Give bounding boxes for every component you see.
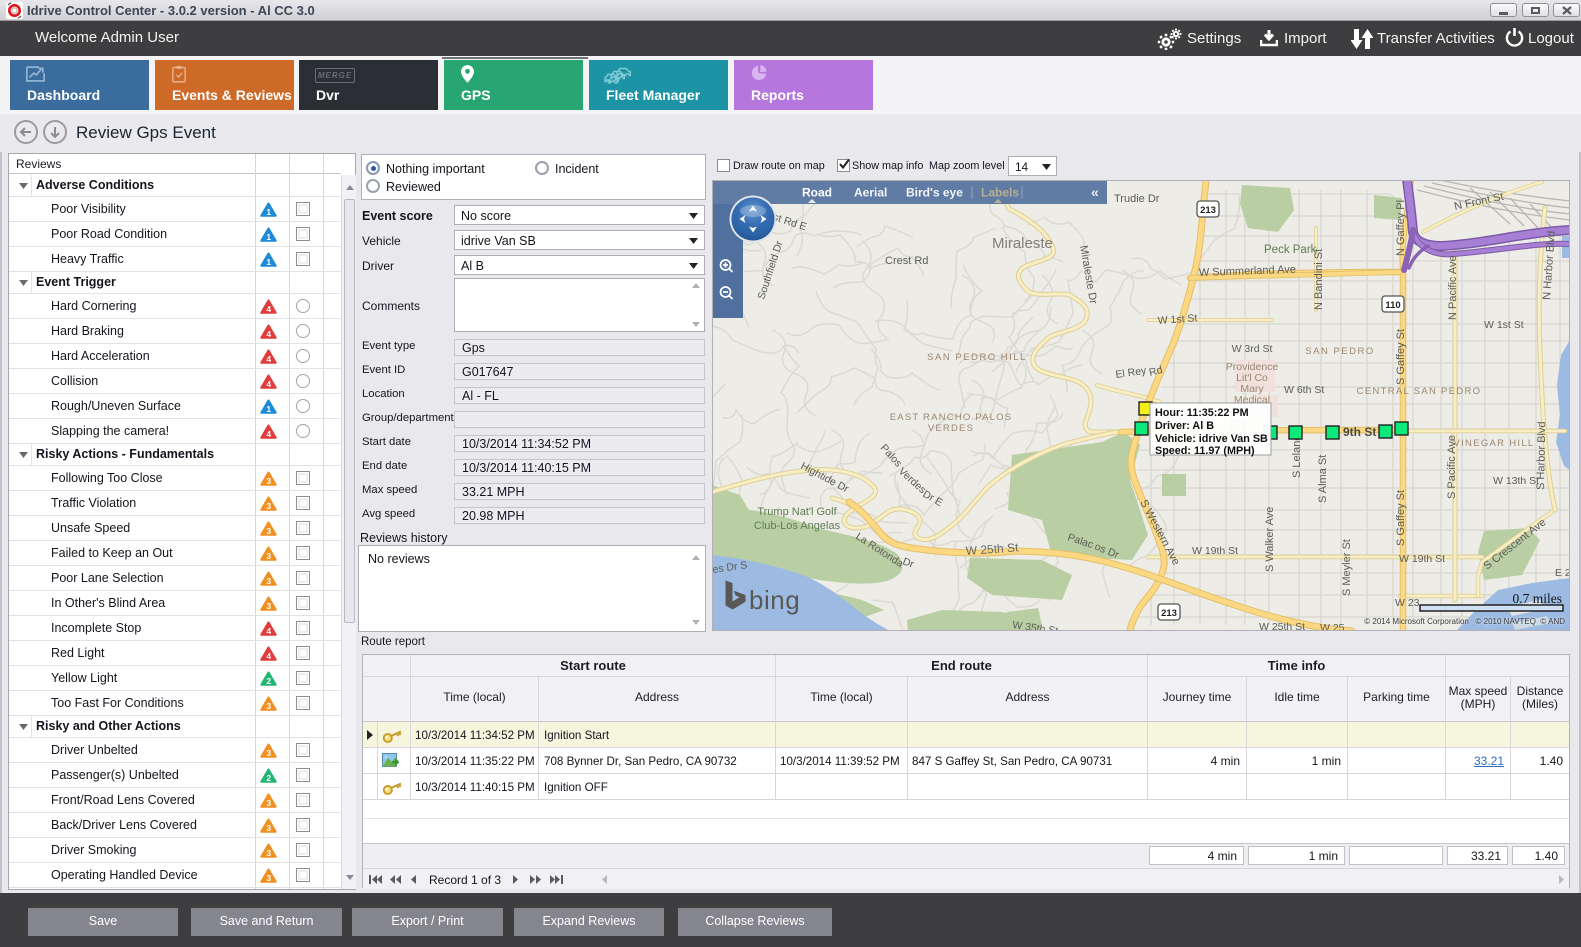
svg-text:S Pacific Ave: S Pacific Ave xyxy=(1446,435,1458,499)
svg-text:SAN PEDRO: SAN PEDRO xyxy=(1305,346,1374,357)
svg-text:Road: Road xyxy=(802,186,832,200)
svg-text:3: 3 xyxy=(266,601,271,611)
svg-text:2: 2 xyxy=(266,676,271,686)
svg-text:1: 1 xyxy=(266,207,271,217)
svg-text:Hour: 11:35:22 PM: Hour: 11:35:22 PM xyxy=(1155,407,1249,419)
svg-text:W 23: W 23 xyxy=(1395,597,1420,609)
svg-text:W 19th St: W 19th St xyxy=(1399,553,1445,565)
svg-text:Labels: Labels xyxy=(981,186,1019,200)
svg-text:0.7 miles: 0.7 miles xyxy=(1513,591,1563,606)
svg-text:4: 4 xyxy=(266,379,271,389)
svg-text:3: 3 xyxy=(266,526,271,536)
svg-text:Peck Park: Peck Park xyxy=(1264,244,1317,256)
svg-text:S Harbor Blvd: S Harbor Blvd xyxy=(1535,421,1548,490)
svg-text:4: 4 xyxy=(266,651,271,661)
svg-text:S Walker Ave: S Walker Ave xyxy=(1264,507,1276,572)
svg-text:S Meyler St: S Meyler St xyxy=(1341,539,1353,596)
svg-text:3: 3 xyxy=(266,701,271,711)
svg-text:W 3rd St: W 3rd St xyxy=(1232,343,1273,355)
svg-text:213: 213 xyxy=(1161,608,1177,619)
svg-text:W 1st St: W 1st St xyxy=(1484,319,1524,331)
svg-text:N Bandini St: N Bandini St xyxy=(1313,249,1325,310)
svg-text:S Gaffey St: S Gaffey St xyxy=(1395,329,1407,385)
svg-text:SAN PEDRO HILL: SAN PEDRO HILL xyxy=(927,352,1027,363)
svg-text:2: 2 xyxy=(266,773,271,783)
svg-text:Crest Rd: Crest Rd xyxy=(885,255,928,267)
svg-text:W 13th St: W 13th St xyxy=(1493,475,1539,487)
svg-text:3: 3 xyxy=(266,873,271,883)
svg-text:S Gaffey St: S Gaffey St xyxy=(1395,490,1407,546)
svg-text:bing: bing xyxy=(749,585,800,615)
svg-text:9th St: 9th St xyxy=(1343,425,1376,439)
svg-text:4: 4 xyxy=(266,304,271,314)
svg-text:W 6th St: W 6th St xyxy=(1284,384,1324,396)
svg-text:«: « xyxy=(1091,184,1099,200)
svg-text:4: 4 xyxy=(266,354,271,364)
svg-text:4: 4 xyxy=(266,626,271,636)
svg-text:1: 1 xyxy=(266,232,271,242)
svg-text:Bird's eye: Bird's eye xyxy=(906,186,963,200)
svg-text:110: 110 xyxy=(1385,300,1400,311)
svg-text:3: 3 xyxy=(266,476,271,486)
svg-text:S Alma St: S Alma St xyxy=(1317,455,1329,503)
svg-text:3: 3 xyxy=(266,501,271,511)
svg-text:Club-Los Angelas: Club-Los Angelas xyxy=(754,520,841,532)
svg-text:Trump Nat'l Golf: Trump Nat'l Golf xyxy=(757,506,837,518)
svg-text:4: 4 xyxy=(266,429,271,439)
svg-text:W 25: W 25 xyxy=(1320,622,1345,631)
svg-text:EAST RANCHO PALOS: EAST RANCHO PALOS xyxy=(890,412,1012,423)
svg-text:1: 1 xyxy=(266,404,271,414)
svg-text:Trudie Dr: Trudie Dr xyxy=(1114,193,1160,205)
svg-text:4: 4 xyxy=(266,329,271,339)
svg-text:Speed: 11.97 (MPH): Speed: 11.97 (MPH) xyxy=(1155,445,1255,457)
svg-text:3: 3 xyxy=(266,576,271,586)
svg-text:Aerial: Aerial xyxy=(854,186,887,200)
svg-text:3: 3 xyxy=(266,798,271,808)
svg-text:© 2014 Microsoft Corporation: © 2014 Microsoft Corporation © 2010 NAVT… xyxy=(1364,617,1565,626)
svg-text:E 22: E 22 xyxy=(1555,567,1570,579)
svg-text:1: 1 xyxy=(266,257,271,267)
svg-text:CENTRAL SAN PEDRO: CENTRAL SAN PEDRO xyxy=(1357,386,1482,397)
svg-text:VERDES: VERDES xyxy=(928,423,974,434)
svg-text:N Pacific Ave: N Pacific Ave xyxy=(1447,255,1459,320)
svg-text:Vehicle: idrive Van SB: Vehicle: idrive Van SB xyxy=(1155,433,1268,445)
svg-text:3: 3 xyxy=(266,823,271,833)
svg-text:S Leland: S Leland xyxy=(1291,435,1303,478)
svg-text:W 19th St: W 19th St xyxy=(1192,545,1238,557)
svg-text:3: 3 xyxy=(266,551,271,561)
svg-text:Miraleste: Miraleste xyxy=(992,235,1053,252)
svg-text:W 25th St: W 25th St xyxy=(1259,621,1305,631)
svg-text:Driver: Al B: Driver: Al B xyxy=(1155,420,1214,432)
svg-text:3: 3 xyxy=(266,748,271,758)
svg-text:213: 213 xyxy=(1200,205,1216,216)
svg-text:VINEGAR HILL: VINEGAR HILL xyxy=(1453,438,1534,449)
svg-text:3: 3 xyxy=(266,848,271,858)
svg-text:N Gaffey Pl: N Gaffey Pl xyxy=(1395,200,1407,256)
